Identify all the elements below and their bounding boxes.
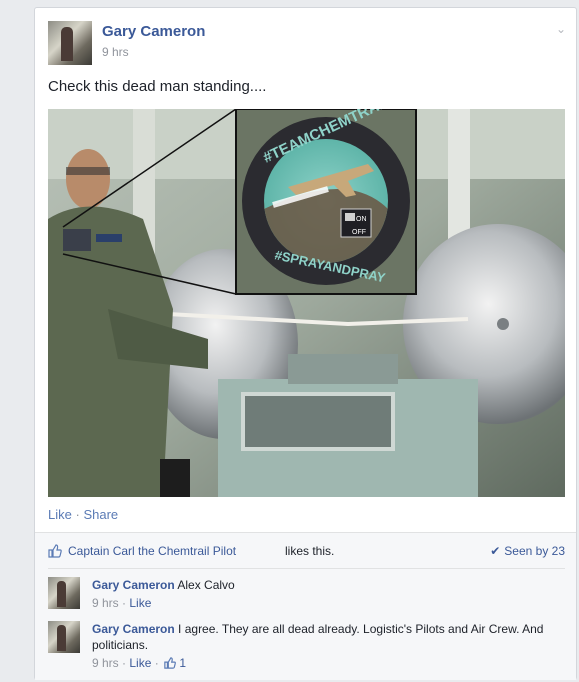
comment-like-link[interactable]: Like — [129, 656, 151, 670]
thumbs-up-icon — [48, 544, 62, 558]
post-photo[interactable]: ON OFF #TEAMCHEMTRAIL #SPRAYANDPRAY — [48, 109, 565, 497]
post-timestamp[interactable]: 9 hrs — [102, 45, 129, 59]
comment-meta: 9 hrs · Like · 1 — [92, 656, 187, 670]
like-count-icon — [164, 657, 176, 669]
comment-time[interactable]: 9 hrs — [92, 656, 119, 670]
feedback-section: Captain Carl the Chemtrail Pilot likes t… — [35, 532, 576, 680]
comment: Gary Cameron Alex Calvo 9 hrs · Like — [48, 577, 565, 613]
seen-by[interactable]: ✔ Seen by 23 — [490, 544, 565, 558]
post-actions: Like · Share — [48, 507, 118, 522]
author-avatar[interactable] — [48, 21, 92, 65]
patch-switch-on-text: ON — [356, 216, 367, 223]
likes-summary: Captain Carl the Chemtrail Pilot likes t… — [48, 543, 565, 561]
comment-author[interactable]: Gary Cameron — [92, 622, 175, 636]
share-link[interactable]: Share — [83, 507, 118, 522]
checkmark-icon: ✔ — [490, 544, 501, 558]
chevron-down-icon[interactable]: ⌄ — [556, 22, 566, 36]
commenter-avatar[interactable] — [48, 577, 80, 609]
comment-like-link[interactable]: Like — [129, 596, 151, 610]
comment-time[interactable]: 9 hrs — [92, 596, 119, 610]
action-separator: · — [75, 507, 80, 522]
post-card: Gary Cameron 9 hrs ⌄ Check this dead man… — [34, 7, 577, 680]
seen-by-text: Seen by 23 — [504, 544, 565, 558]
comment-author[interactable]: Gary Cameron — [92, 578, 175, 592]
comment-meta: 9 hrs · Like — [92, 596, 152, 610]
post-text: Check this dead man standing.... — [48, 78, 267, 95]
liker-name[interactable]: Captain Carl the Chemtrail Pilot — [68, 544, 236, 558]
like-link[interactable]: Like — [48, 507, 72, 522]
comment-body: Gary Cameron I agree. They are all dead … — [92, 621, 552, 671]
patch-switch-off-text: OFF — [352, 229, 366, 236]
comment: Gary Cameron I agree. They are all dead … — [48, 621, 565, 671]
comment-body: Gary Cameron Alex Calvo 9 hrs · Like — [92, 577, 552, 611]
post-author-name[interactable]: Gary Cameron — [102, 23, 205, 40]
commenter-avatar[interactable] — [48, 621, 80, 653]
comment-text: Alex Calvo — [177, 578, 235, 592]
divider — [48, 568, 565, 569]
likes-suffix-text: likes this. — [285, 544, 335, 558]
post-header: Gary Cameron 9 hrs — [48, 21, 548, 65]
comment-like-count[interactable]: 1 — [179, 656, 186, 670]
